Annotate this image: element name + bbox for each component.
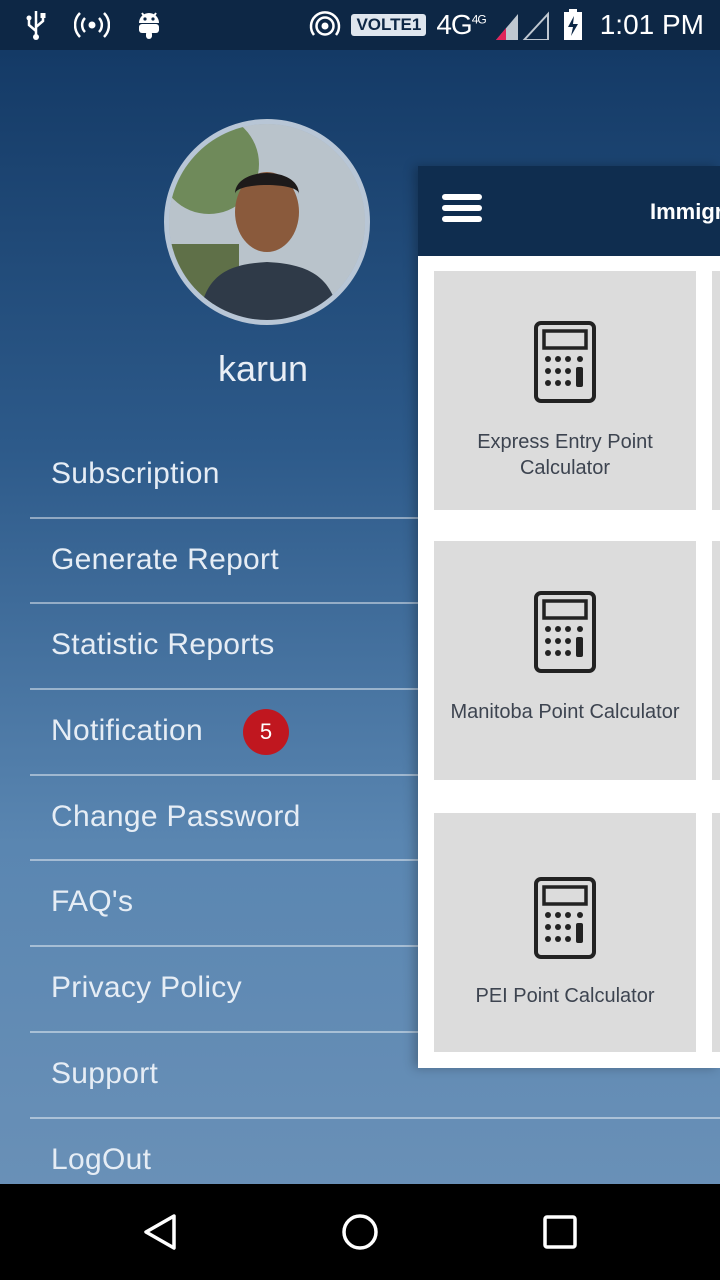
card-edge [712, 813, 720, 1052]
signal-icon [495, 10, 552, 40]
status-left-icons [24, 8, 162, 42]
menu-item-label: Subscription [51, 457, 220, 490]
card-label: Express Entry Point Calculator [477, 431, 653, 479]
network-sup: 4G [471, 12, 487, 27]
status-bar: VOLTE1 4G4G 1:01 PM [0, 0, 720, 50]
system-nav-bar [0, 1184, 720, 1280]
card-edge [712, 541, 720, 780]
card-label: PEI Point Calculator [475, 985, 655, 1007]
menu-item-label: FAQ's [51, 885, 134, 919]
menu-item-label: Generate Report [51, 542, 279, 576]
android-icon [136, 9, 162, 41]
home-icon[interactable] [340, 1212, 380, 1252]
volte-indicator: VOLTE1 [351, 14, 427, 36]
main-content-panel: Immigr Express Entry Point Calculator Ma… [418, 166, 720, 1068]
avatar-image [169, 124, 365, 320]
calculator-icon [534, 591, 596, 673]
status-right-icons: VOLTE1 4G4G 1:01 PM [309, 8, 704, 42]
network-type: 4G4G [436, 9, 487, 41]
status-time: 1:01 PM [599, 9, 704, 40]
menu-icon[interactable] [442, 194, 482, 228]
menu-item-label: Change Password [51, 799, 301, 833]
menu-item-label: Support [51, 1056, 159, 1090]
card-manitoba[interactable]: Manitoba Point Calculator [434, 541, 696, 780]
menu-item-label: LogOut [51, 1142, 152, 1176]
toolbar-title: Immigr [650, 199, 720, 224]
back-icon[interactable] [140, 1212, 180, 1252]
recents-icon[interactable] [540, 1212, 580, 1252]
card-label: Manitoba Point Calculator [450, 701, 680, 723]
card-pei[interactable]: PEI Point Calculator [434, 813, 696, 1052]
battery-charging-icon [562, 9, 584, 41]
menu-item-label: Notification [51, 714, 204, 748]
app-toolbar: Immigr [418, 166, 720, 256]
card-express-entry[interactable]: Express Entry Point Calculator [434, 271, 696, 510]
card-edge [712, 271, 720, 510]
usb-icon [24, 9, 48, 41]
notification-count-badge: 5 [243, 709, 289, 756]
menu-item-label: Privacy Policy [51, 971, 242, 1005]
calculator-icon [534, 877, 596, 959]
calculator-icon [534, 321, 596, 403]
network-label: 4G [436, 9, 472, 40]
hotspot-icon [74, 10, 110, 40]
menu-item-label: Statistic Reports [51, 628, 275, 662]
avatar[interactable] [164, 119, 370, 325]
wifi-calling-icon [309, 9, 341, 41]
username: karun [217, 348, 309, 389]
